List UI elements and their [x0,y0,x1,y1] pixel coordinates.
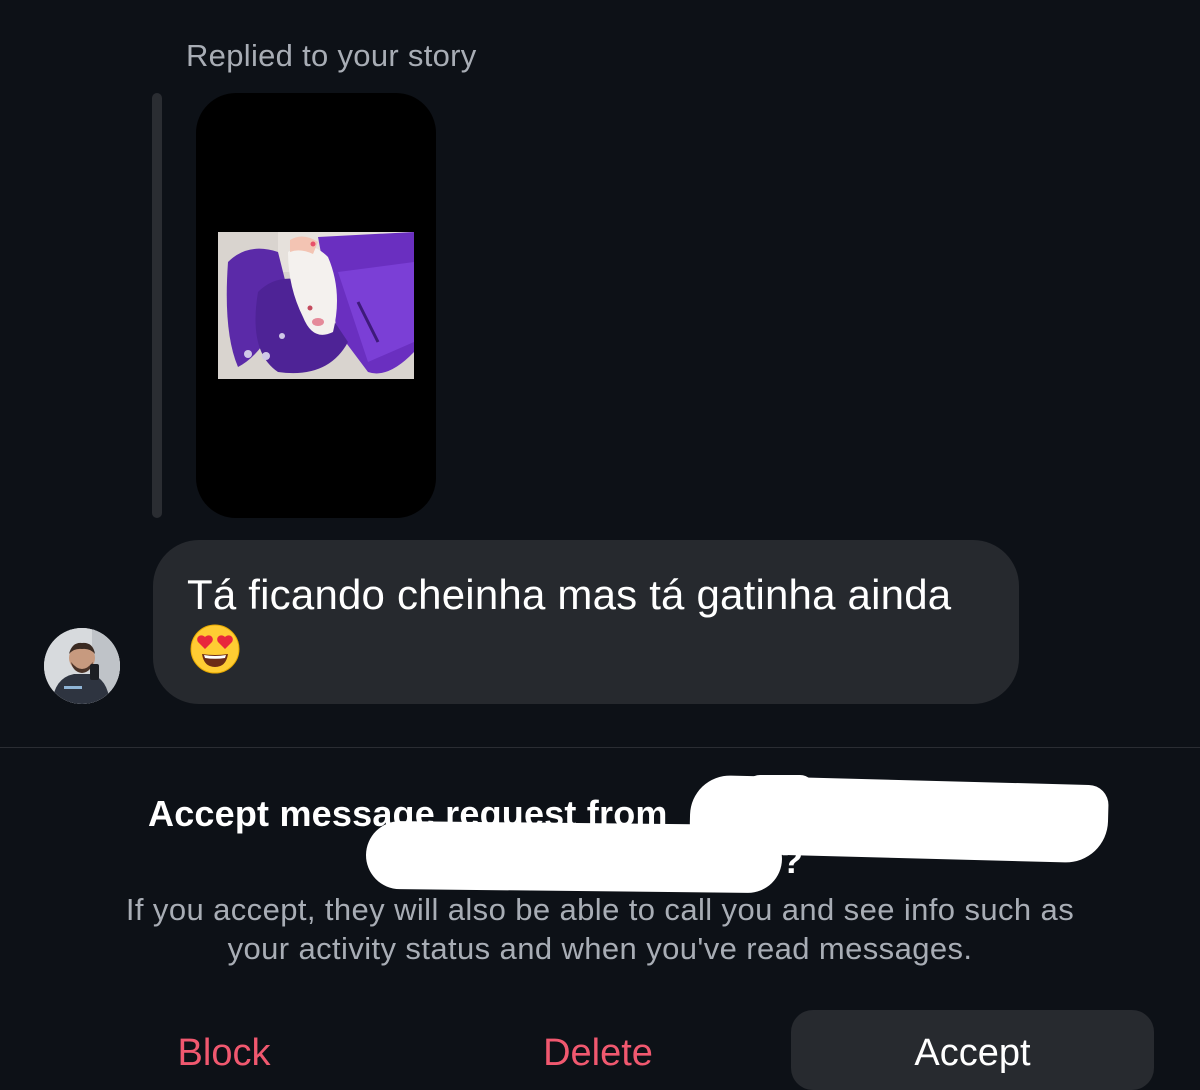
request-info-line-2: your activity status and when you've rea… [227,931,973,966]
replied-to-story-label: Replied to your story [186,38,477,73]
story-preview[interactable] [196,93,436,518]
sender-avatar[interactable] [44,628,120,704]
accept-button[interactable]: Accept [791,1010,1154,1090]
delete-button[interactable]: Delete [498,1010,698,1090]
divider [0,747,1200,748]
heart-eyes-emoji [190,624,240,674]
message-bubble[interactable]: Tá ficando cheinha mas tá gatinha ainda [153,540,1019,704]
request-info-text: If you accept, they will also be able to… [0,890,1200,968]
request-info-line-1: If you accept, they will also be able to… [125,892,1075,927]
reply-quote-bar [152,93,162,518]
message-text: Tá ficando cheinha mas tá gatinha ainda [187,571,952,618]
redaction-scribble [365,820,783,894]
redaction-scribble [745,775,815,805]
story-photo [218,232,414,379]
block-button[interactable]: Block [124,1010,324,1090]
